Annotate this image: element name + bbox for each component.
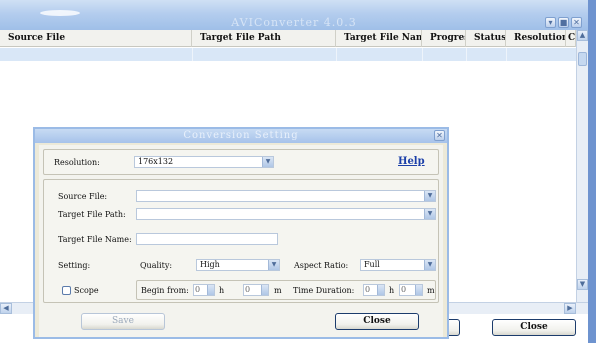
scroll-thumb[interactable] xyxy=(578,52,587,66)
dialog-close-button[interactable]: ✕ xyxy=(434,130,445,141)
window-controls: ▾ ■ ✕ xyxy=(545,17,582,28)
duration-minute-value: 0 xyxy=(401,285,407,294)
begin-hour-stepper[interactable]: 0 xyxy=(193,284,215,296)
begin-from-label: Begin from: xyxy=(141,286,189,295)
dialog-title: Conversion Setting xyxy=(183,130,299,141)
quality-value: High xyxy=(200,260,220,269)
row-divider xyxy=(506,48,507,61)
quality-label: Quality: xyxy=(140,261,173,270)
source-file-label: Source File: xyxy=(58,192,108,201)
aspect-ratio-value: Full xyxy=(364,260,380,269)
quality-select[interactable]: High ▼ xyxy=(196,259,280,271)
row-divider xyxy=(336,48,337,61)
aspect-ratio-label: Aspect Ratio: xyxy=(294,261,349,270)
target-path-label: Target File Path: xyxy=(58,210,126,219)
hour-unit: h xyxy=(389,286,395,295)
source-file-field[interactable]: ▼ xyxy=(136,190,436,202)
close-button[interactable]: Close xyxy=(492,319,576,336)
col-truncated[interactable]: C xyxy=(566,30,576,47)
setting-label: Setting: xyxy=(58,261,91,270)
scope-label: Scope xyxy=(74,286,99,295)
resolution-value: 176x132 xyxy=(138,157,174,166)
scope-checkbox[interactable] xyxy=(62,286,71,295)
row-divider xyxy=(466,48,467,61)
dialog-close-action-button[interactable]: Close xyxy=(335,313,419,330)
settings-group: Source File: ▼ Target File Path: ▼ Targe… xyxy=(43,179,439,303)
conversion-setting-dialog: Conversion Setting ✕ Resolution: 176x132… xyxy=(33,127,449,339)
help-link[interactable]: Help xyxy=(398,156,425,167)
time-duration-label: Time Duration: xyxy=(293,286,355,295)
dialog-controls: ✕ xyxy=(434,130,445,141)
spin-arrows-icon[interactable] xyxy=(415,285,422,295)
file-grid-header: Source File Target File Path Target File… xyxy=(0,30,576,47)
minimize-button[interactable]: ▾ xyxy=(545,17,556,28)
resolution-label: Resolution: xyxy=(54,158,100,167)
begin-minute-value: 0 xyxy=(245,285,251,294)
spin-arrows-icon[interactable] xyxy=(261,285,268,295)
col-status[interactable]: Status xyxy=(466,30,506,47)
window-title: AVIConverter 4.0.3 xyxy=(231,16,357,29)
target-path-field[interactable]: ▼ xyxy=(136,208,436,220)
aspect-ratio-select[interactable]: Full ▼ xyxy=(360,259,436,271)
chevron-down-icon[interactable]: ▼ xyxy=(424,191,435,201)
spin-arrows-icon[interactable] xyxy=(207,285,214,295)
save-button[interactable]: Save xyxy=(81,313,165,330)
minute-unit: m xyxy=(274,286,282,295)
begin-hour-value: 0 xyxy=(195,285,201,294)
maximize-button[interactable]: ■ xyxy=(558,17,569,28)
arrow-up-icon[interactable]: ▲ xyxy=(577,30,588,41)
resolution-group: Resolution: 176x132 ▼ Help xyxy=(43,149,439,175)
arrow-down-icon[interactable]: ▼ xyxy=(577,279,588,290)
spin-arrows-icon[interactable] xyxy=(377,285,384,295)
col-target-file-path[interactable]: Target File Path xyxy=(192,30,336,47)
chevron-down-icon[interactable]: ▼ xyxy=(424,260,435,270)
window-border xyxy=(588,0,596,343)
chevron-down-icon[interactable]: ▼ xyxy=(268,260,279,270)
chevron-down-icon[interactable]: ▼ xyxy=(262,157,273,167)
row-divider xyxy=(422,48,423,61)
row-divider xyxy=(192,48,193,61)
col-target-file-name[interactable]: Target File Name xyxy=(336,30,422,47)
target-name-label: Target File Name: xyxy=(58,235,132,244)
vertical-scrollbar[interactable]: ▲ ▼ xyxy=(576,30,588,315)
close-window-button[interactable]: ✕ xyxy=(571,17,582,28)
duration-hour-stepper[interactable]: 0 xyxy=(363,284,385,296)
target-name-input[interactable] xyxy=(136,233,278,245)
col-resolution[interactable]: Resolution xyxy=(506,30,566,47)
begin-minute-stepper[interactable]: 0 xyxy=(243,284,269,296)
hour-unit: h xyxy=(219,286,225,295)
col-source-file[interactable]: Source File xyxy=(0,30,192,47)
resolution-select[interactable]: 176x132 ▼ xyxy=(134,156,274,168)
main-title-bar[interactable]: AVIConverter 4.0.3 ▾ ■ ✕ xyxy=(0,0,588,30)
duration-hour-value: 0 xyxy=(365,285,371,294)
arrow-right-icon[interactable]: ▶ xyxy=(564,303,576,314)
col-progress[interactable]: Progress xyxy=(422,30,466,47)
dialog-body: Resolution: 176x132 ▼ Help Source File: … xyxy=(39,145,443,337)
dialog-title-bar[interactable]: Conversion Setting ✕ xyxy=(35,129,447,143)
scope-time-group: Begin from: 0 h 0 m Time Duration: 0 h 0… xyxy=(136,280,436,300)
duration-minute-stepper[interactable]: 0 xyxy=(399,284,423,296)
minute-unit: m xyxy=(427,286,435,295)
file-grid-row[interactable] xyxy=(0,48,576,61)
chevron-down-icon[interactable]: ▼ xyxy=(424,209,435,219)
arrow-left-icon[interactable]: ◀ xyxy=(0,303,12,314)
